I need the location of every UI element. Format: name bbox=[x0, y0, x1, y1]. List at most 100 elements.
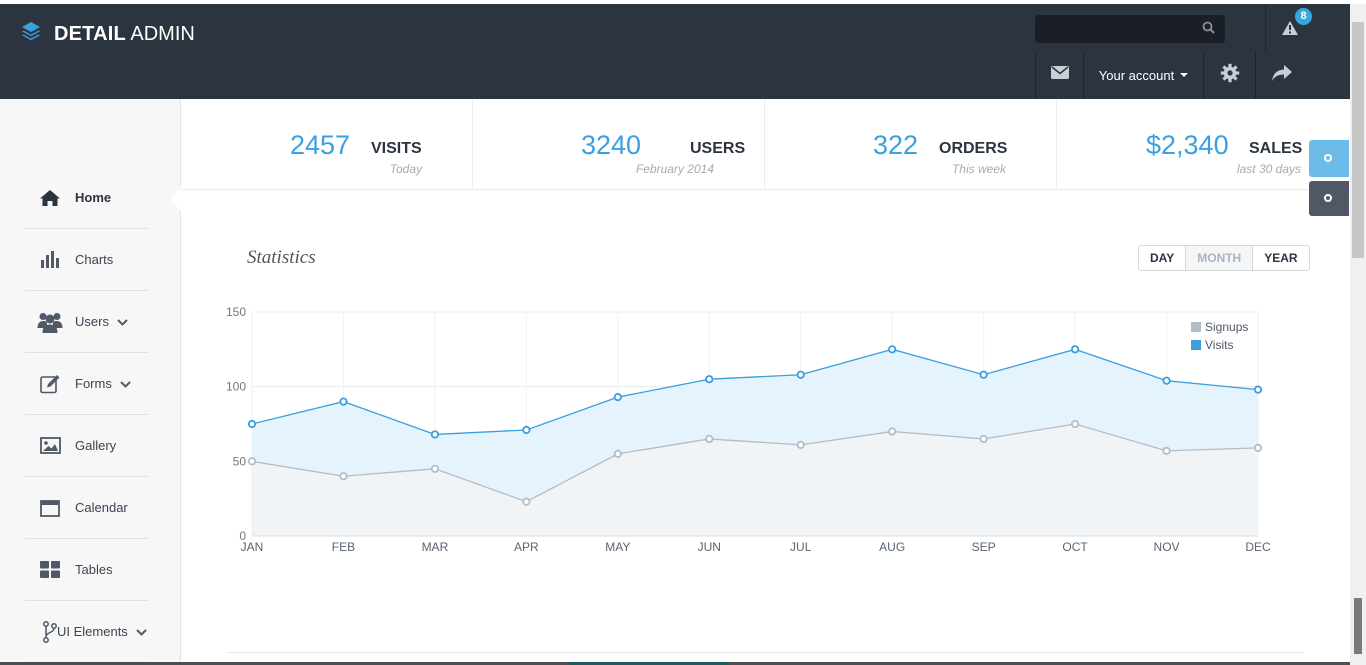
alert-count-badge: 8 bbox=[1295, 8, 1312, 25]
legend-label: Visits bbox=[1205, 338, 1233, 352]
scrollbar-thumb[interactable] bbox=[1352, 22, 1364, 258]
stat-subtitle: February 2014 bbox=[635, 162, 714, 176]
bar-chart-icon bbox=[25, 251, 75, 268]
point-signups bbox=[339, 472, 348, 481]
y-tick-label: 50 bbox=[233, 454, 247, 468]
x-tick-label: AUG bbox=[879, 540, 905, 554]
theme-toggle-button[interactable] bbox=[1309, 140, 1349, 177]
point-visits bbox=[339, 397, 348, 406]
search-icon[interactable] bbox=[1202, 21, 1215, 39]
point-signups bbox=[613, 449, 622, 458]
period-year-button[interactable]: YEAR bbox=[1253, 246, 1308, 270]
period-switch: DAY MONTH YEAR bbox=[1138, 245, 1310, 271]
envelope-icon bbox=[1050, 66, 1069, 84]
stat-label: ORDERS bbox=[939, 140, 1008, 157]
settings-panel-button[interactable] bbox=[1309, 181, 1349, 216]
period-month-button[interactable]: MONTH bbox=[1186, 246, 1254, 270]
caret-down-icon bbox=[1180, 73, 1189, 77]
legend-swatch bbox=[1191, 322, 1201, 332]
point-visits bbox=[888, 345, 897, 354]
sidebar-item-label: UI Elements bbox=[57, 624, 128, 639]
divider bbox=[228, 652, 1304, 653]
x-tick-label: MAY bbox=[605, 540, 630, 554]
x-tick-label: APR bbox=[514, 540, 539, 554]
point-signups bbox=[888, 427, 897, 436]
stat-orders: 322 ORDERS This week bbox=[765, 99, 1057, 189]
point-visits bbox=[705, 375, 714, 384]
x-tick-label: NOV bbox=[1154, 540, 1180, 554]
brand-logo[interactable]: DETAIL ADMIN bbox=[20, 20, 195, 48]
x-tick-label: MAR bbox=[422, 540, 449, 554]
sidebar-item-forms[interactable]: Forms bbox=[25, 353, 148, 415]
stat-users: 3240 USERS February 2014 bbox=[473, 99, 765, 189]
stat-label: SALES bbox=[1249, 140, 1303, 157]
scrollbar-handle[interactable] bbox=[1354, 598, 1362, 654]
layers-icon bbox=[20, 20, 42, 48]
chevron-down-icon bbox=[136, 623, 147, 641]
y-tick-label: 100 bbox=[226, 380, 246, 394]
messages-button[interactable] bbox=[1035, 51, 1083, 99]
sidebar-item-calendar[interactable]: Calendar bbox=[25, 477, 148, 539]
x-tick-label: OCT bbox=[1062, 540, 1088, 554]
sidebar-item-tables[interactable]: Tables bbox=[25, 539, 148, 601]
point-visits bbox=[430, 430, 440, 439]
point-signups bbox=[247, 457, 257, 466]
sidebar-item-gallery[interactable]: Gallery bbox=[25, 415, 148, 477]
share-arrow-icon bbox=[1271, 64, 1293, 87]
x-tick-label: JAN bbox=[241, 540, 264, 554]
legend-swatch bbox=[1191, 340, 1201, 350]
point-visits bbox=[1253, 385, 1263, 394]
point-visits bbox=[522, 425, 531, 435]
sidebar-item-home[interactable]: Home bbox=[25, 167, 148, 229]
settings-button[interactable] bbox=[1203, 51, 1255, 99]
point-signups bbox=[430, 464, 440, 473]
sidebar-item-ui-elements[interactable]: UI Elements bbox=[25, 601, 148, 663]
sidebar-item-users[interactable]: Users bbox=[25, 291, 148, 353]
sidebar-item-label: Users bbox=[75, 314, 109, 329]
panel-title: Statistics bbox=[247, 247, 316, 268]
brand-name-bold: DETAIL bbox=[54, 22, 126, 45]
scrollbar[interactable] bbox=[1350, 4, 1366, 665]
active-indicator bbox=[170, 187, 181, 211]
search-input[interactable] bbox=[1035, 15, 1225, 43]
sidebar: Home Charts Users Forms Gallery Calendar… bbox=[0, 99, 181, 665]
x-tick-label: SEP bbox=[972, 540, 996, 554]
point-visits bbox=[613, 393, 622, 402]
fork-icon bbox=[25, 620, 57, 643]
stat-subtitle: last 30 days bbox=[1236, 162, 1301, 176]
calendar-icon bbox=[25, 499, 75, 517]
point-signups bbox=[1162, 446, 1171, 455]
sidebar-item-label: Forms bbox=[75, 376, 112, 391]
stat-sales: $2,340 SALES last 30 days bbox=[1057, 99, 1349, 189]
stat-subtitle: Today bbox=[389, 162, 422, 176]
point-visits bbox=[1162, 376, 1171, 385]
point-signups bbox=[1070, 419, 1080, 429]
stat-label: VISITS bbox=[371, 140, 422, 157]
point-signups bbox=[705, 434, 714, 444]
home-icon bbox=[25, 189, 75, 207]
point-visits bbox=[796, 370, 805, 379]
sidebar-item-charts[interactable]: Charts bbox=[25, 229, 148, 291]
sidebar-item-label: Charts bbox=[75, 252, 114, 267]
x-tick-label: JUN bbox=[698, 540, 721, 554]
sidebar-item-label: Tables bbox=[75, 562, 113, 577]
stat-value: 322 bbox=[873, 130, 919, 160]
stat-value: 3240 bbox=[581, 130, 642, 160]
stat-value: 2457 bbox=[290, 130, 351, 160]
brand-name-thin: ADMIN bbox=[130, 22, 195, 45]
sidebar-item-label: Gallery bbox=[75, 438, 117, 453]
statistics-chart: 050100150JAN FEB MAR APR MAY JUN JUL AUG SEP OCT N… bbox=[226, 305, 1271, 554]
stat-label: USERS bbox=[690, 140, 746, 157]
top-navbar: DETAIL ADMIN 8 Your account bbox=[0, 4, 1350, 99]
edit-icon bbox=[25, 374, 75, 394]
chevron-down-icon bbox=[120, 375, 131, 393]
circle-icon bbox=[1324, 154, 1332, 162]
point-signups bbox=[522, 497, 531, 506]
point-visits bbox=[1070, 345, 1080, 354]
x-tick-label: FEB bbox=[332, 540, 355, 554]
y-tick-label: 150 bbox=[226, 305, 246, 319]
alerts-button[interactable]: 8 bbox=[1265, 4, 1317, 51]
period-day-button[interactable]: DAY bbox=[1139, 246, 1187, 270]
logout-button[interactable] bbox=[1255, 51, 1307, 99]
account-dropdown[interactable]: Your account bbox=[1083, 51, 1203, 99]
